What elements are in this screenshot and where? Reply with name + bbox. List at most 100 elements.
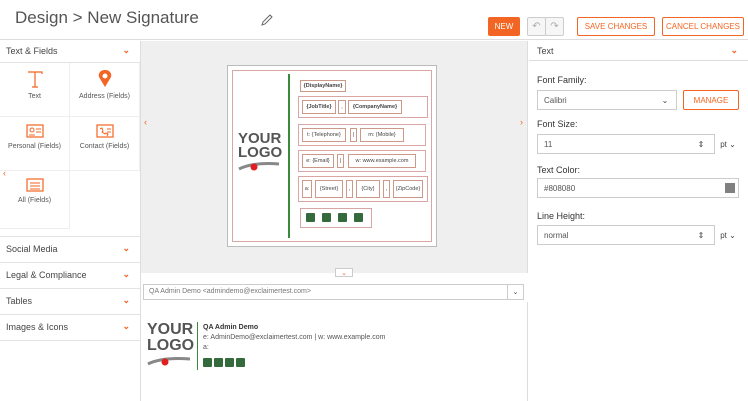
- tool-label: All (Fields): [17, 197, 52, 204]
- stepper-icon[interactable]: ⇕: [695, 134, 707, 154]
- preview-logo: YOUR LOGO: [147, 322, 194, 370]
- field-email[interactable]: e: {Email}: [302, 154, 334, 168]
- twitter-icon: [203, 358, 212, 367]
- preview-user-select[interactable]: QA Admin Demo <admindemo@exclaimertest.c…: [143, 284, 524, 300]
- field-address-prefix[interactable]: a:: [302, 180, 312, 198]
- tool-label: Personal (Fields): [8, 143, 61, 150]
- left-panel: Text & Fields ⌄ Text Address (Fields) Pe…: [0, 41, 141, 401]
- separator-comma[interactable]: ,: [338, 100, 346, 114]
- tool-label: Address (Fields): [79, 93, 130, 100]
- person-card-icon: [25, 124, 44, 138]
- page-title: Design > New Signature: [15, 8, 199, 27]
- chevron-down-icon: ⌄: [122, 269, 130, 279]
- color-swatch[interactable]: [725, 183, 735, 193]
- chevron-down-icon: ⌄: [122, 295, 130, 305]
- section-label: Images & Icons: [6, 322, 69, 332]
- top-bar: Design > New Signature NEW ↶ ↷ SAVE CHAN…: [0, 0, 748, 40]
- linkedin-icon: [236, 358, 245, 367]
- text-icon: [27, 71, 43, 88]
- tool-label: Text: [28, 93, 41, 100]
- tool-address[interactable]: Address (Fields): [70, 63, 140, 117]
- divider-line: [288, 74, 290, 238]
- separator-comma[interactable]: ,: [383, 180, 390, 198]
- chevron-down-icon: ⌄: [122, 321, 130, 331]
- phone-icon: [95, 124, 114, 138]
- signature-template[interactable]: YOUR LOGO {DisplayName} {JobTitle} , {Co…: [227, 65, 437, 247]
- separator-pipe[interactable]: |: [337, 154, 344, 168]
- collapse-toggle[interactable]: ⌄: [335, 268, 353, 277]
- twitter-icon: [306, 213, 315, 222]
- map-pin-icon: [98, 70, 111, 87]
- youtube-icon: [225, 358, 234, 367]
- field-city[interactable]: {City}: [356, 180, 380, 198]
- logo-swoosh: [147, 357, 191, 366]
- signature-preview: YOUR LOGO QA Admin Demo e: AdminDemo@exc…: [141, 302, 528, 401]
- section-label: Tables: [6, 296, 33, 306]
- tool-all-fields[interactable]: All (Fields): [0, 171, 70, 229]
- field-zipcode[interactable]: {ZipCode}: [393, 180, 423, 198]
- field-website[interactable]: w: www.example.com: [348, 154, 416, 168]
- properties-header[interactable]: Text ⌄: [529, 41, 748, 61]
- field-job-title[interactable]: {JobTitle}: [302, 100, 336, 114]
- chevron-down-icon: ⌄: [122, 45, 130, 55]
- save-changes-button[interactable]: SAVE CHANGES: [577, 17, 655, 36]
- youtube-icon: [338, 213, 347, 222]
- separator-comma[interactable]: ,: [346, 180, 353, 198]
- linkedin-icon: [354, 213, 363, 222]
- preview-user-value: QA Admin Demo <admindemo@exclaimertest.c…: [149, 288, 311, 295]
- tool-personal[interactable]: Personal (Fields): [0, 117, 70, 171]
- section-tables[interactable]: Tables ⌄: [0, 289, 140, 315]
- field-display-name[interactable]: {DisplayName}: [300, 80, 346, 92]
- section-label: Social Media: [6, 244, 58, 254]
- logo-image[interactable]: YOUR LOGO: [238, 131, 282, 174]
- line-height-unit-select[interactable]: pt ⌄: [715, 225, 741, 245]
- chevron-down-icon: ⌄: [730, 45, 738, 55]
- text-color-label: Text Color:: [537, 165, 581, 175]
- design-canvas[interactable]: ‹ › YOUR LOGO {DisplayName} {JobTitle} ,…: [141, 41, 528, 277]
- properties-panel: Text ⌄ Font Family: Calibri ⌄ MANAGE Fon…: [529, 41, 748, 401]
- tool-text[interactable]: Text: [0, 63, 70, 117]
- preview-contact-line: e: AdminDemo@exclaimertest.com | w: www.…: [203, 334, 386, 341]
- tool-grid: Text Address (Fields) Personal (Fields) …: [0, 63, 140, 237]
- properties-title: Text: [537, 46, 554, 56]
- section-label: Legal & Compliance: [6, 270, 87, 280]
- cancel-changes-button[interactable]: CANCEL CHANGES: [662, 17, 744, 36]
- preview-address-line: a:: [203, 344, 209, 351]
- font-size-input[interactable]: 11: [537, 134, 715, 154]
- chevron-down-icon[interactable]: ⌄: [653, 90, 677, 110]
- redo-icon[interactable]: ↷: [545, 17, 564, 36]
- field-telephone[interactable]: t: {Telephone}: [302, 128, 346, 142]
- font-size-label: Font Size:: [537, 119, 578, 129]
- separator-pipe[interactable]: |: [350, 128, 357, 142]
- facebook-icon: [214, 358, 223, 367]
- section-legal[interactable]: Legal & Compliance ⌄: [0, 263, 140, 289]
- chevron-left-icon[interactable]: ‹: [144, 117, 147, 127]
- preview-name: QA Admin Demo: [203, 324, 259, 331]
- undo-icon[interactable]: ↶: [527, 17, 546, 36]
- section-label: Text & Fields: [6, 46, 58, 56]
- text-color-input[interactable]: #808080: [537, 178, 739, 198]
- section-social-media[interactable]: Social Media ⌄: [0, 237, 140, 263]
- chevron-down-icon: ⌄: [122, 243, 130, 253]
- font-size-unit-select[interactable]: pt ⌄: [715, 134, 741, 154]
- chevron-right-icon[interactable]: ›: [520, 117, 523, 127]
- chevron-left-icon[interactable]: ‹: [3, 168, 6, 178]
- line-height-label: Line Height:: [537, 211, 586, 221]
- section-text-fields[interactable]: Text & Fields ⌄: [0, 41, 140, 63]
- field-street[interactable]: {Street}: [315, 180, 343, 198]
- chevron-down-icon[interactable]: ⌄: [507, 285, 523, 299]
- font-family-label: Font Family:: [537, 75, 587, 85]
- manage-fonts-button[interactable]: MANAGE: [683, 90, 739, 110]
- field-mobile[interactable]: m: {Mobile}: [360, 128, 404, 142]
- line-height-input[interactable]: normal: [537, 225, 715, 245]
- list-icon: [25, 178, 44, 192]
- preview-divider: [197, 322, 198, 370]
- section-images-icons[interactable]: Images & Icons ⌄: [0, 315, 140, 341]
- field-company-name[interactable]: {CompanyName}: [348, 100, 402, 114]
- new-button[interactable]: NEW: [488, 17, 520, 36]
- stepper-icon[interactable]: ⇕: [695, 225, 707, 245]
- facebook-icon: [322, 213, 331, 222]
- tool-contact[interactable]: Contact (Fields): [70, 117, 140, 171]
- logo-swoosh: [238, 162, 280, 171]
- pencil-icon[interactable]: [260, 13, 274, 27]
